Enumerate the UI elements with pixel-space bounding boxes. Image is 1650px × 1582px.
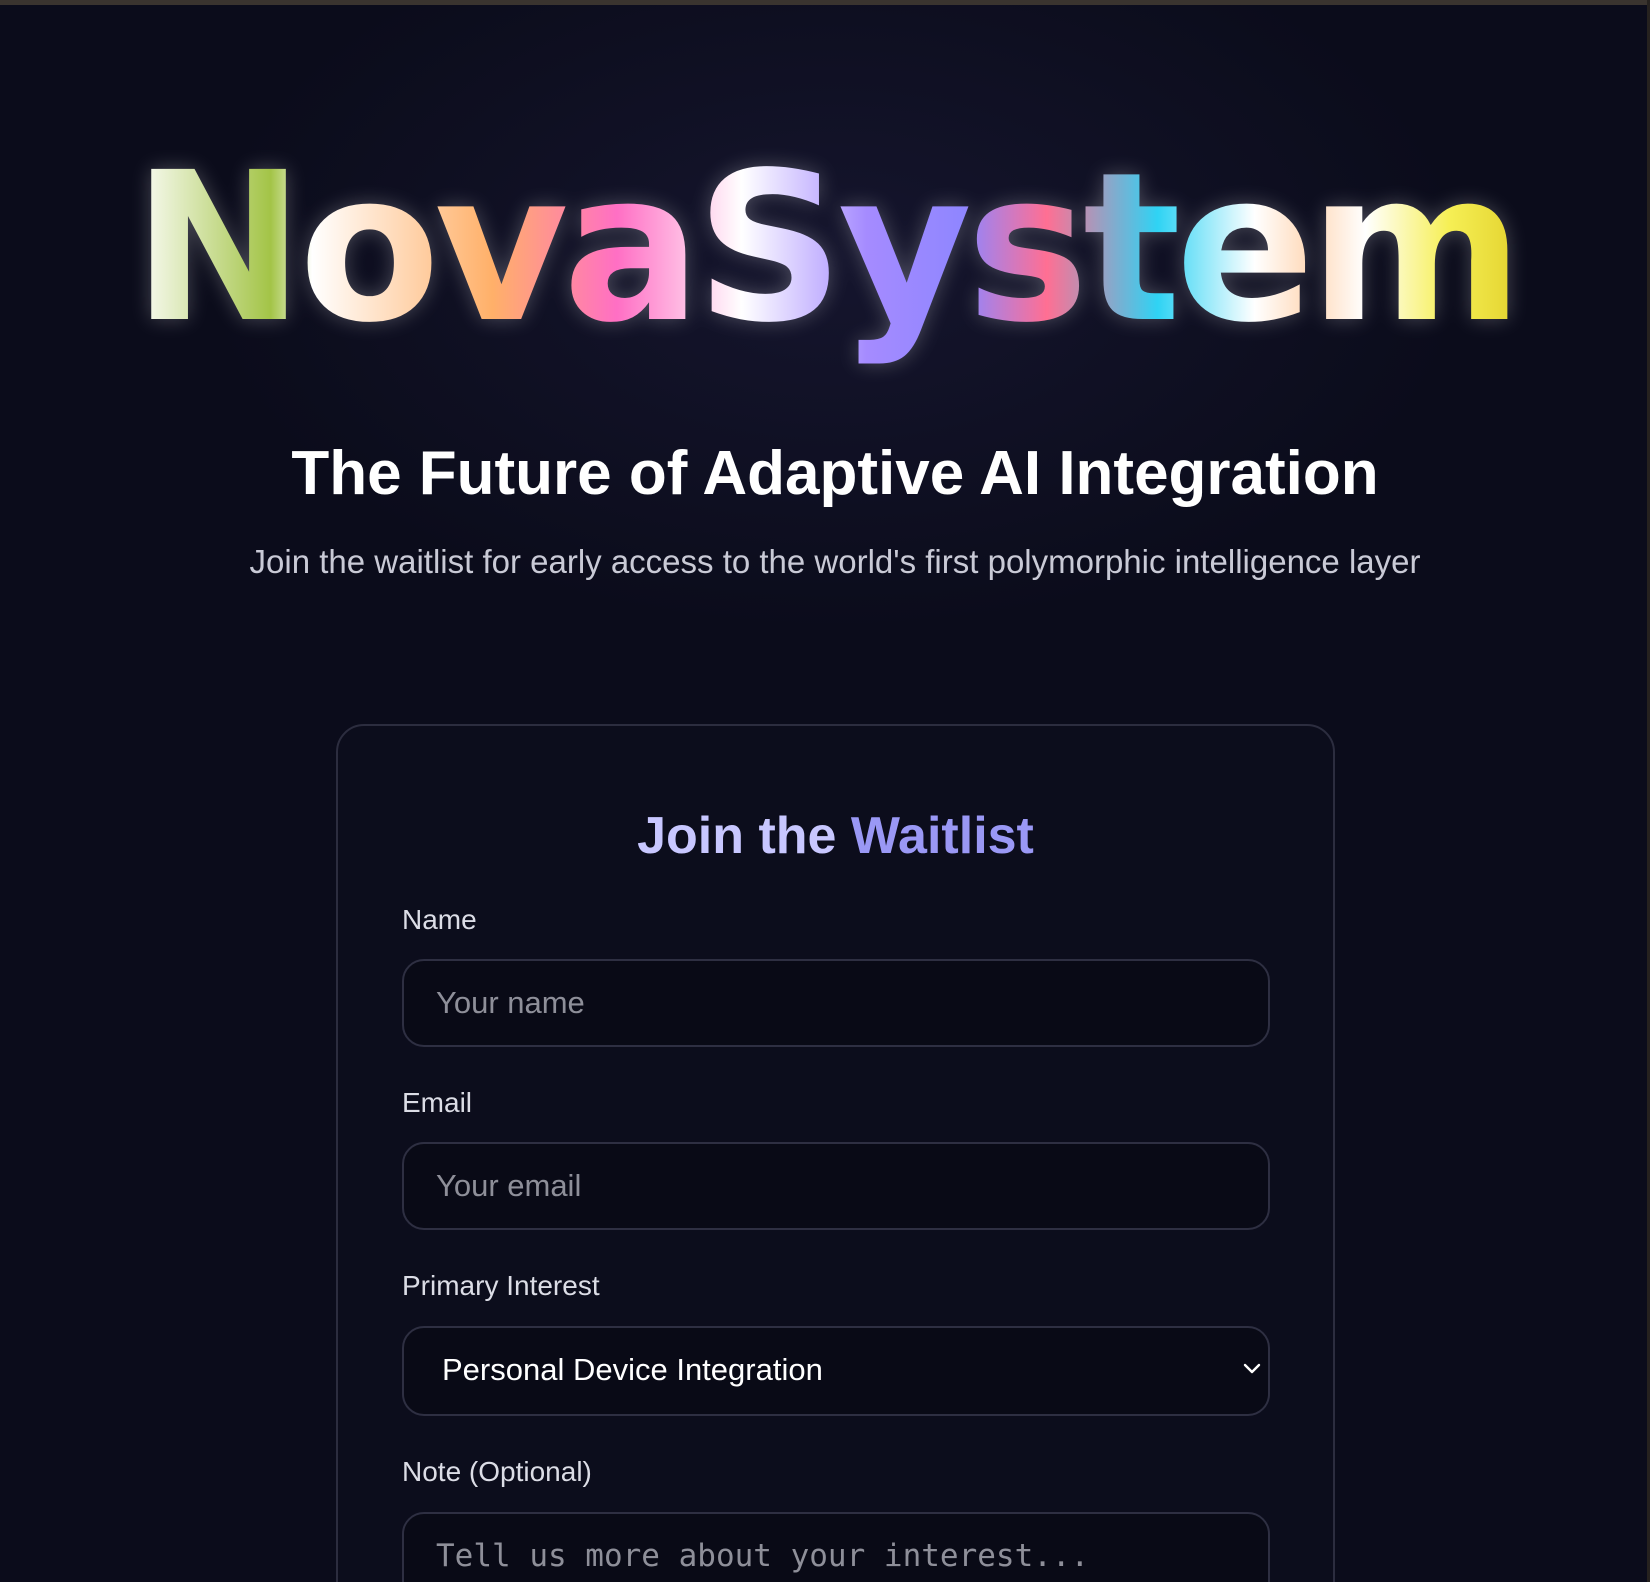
brand-logo: NovaSystem (0, 128, 1650, 368)
email-input[interactable] (402, 1142, 1270, 1230)
brand-logo-text: NovaSystem (132, 128, 1523, 368)
waitlist-title: Join the Waitlist (336, 800, 1335, 872)
note-textarea[interactable] (402, 1512, 1270, 1582)
hero-subtext: Join the waitlist for early access to th… (249, 543, 1421, 580)
chevron-down-icon[interactable] (1242, 1362, 1262, 1376)
name-input[interactable] (402, 959, 1270, 1047)
hero-headline: The Future of Adaptive AI Integration (291, 439, 1379, 508)
name-label: Name (402, 904, 477, 935)
primary-interest-label: Primary Interest (402, 1270, 600, 1301)
primary-interest-value: Personal Device Integration (442, 1352, 823, 1387)
window-top-edge (0, 0, 1650, 5)
email-label: Email (402, 1087, 473, 1118)
waitlist-title-part2: Waitlist (850, 807, 1034, 865)
waitlist-title-part1: Join the (637, 807, 837, 865)
note-label: Note (Optional) (402, 1456, 592, 1487)
